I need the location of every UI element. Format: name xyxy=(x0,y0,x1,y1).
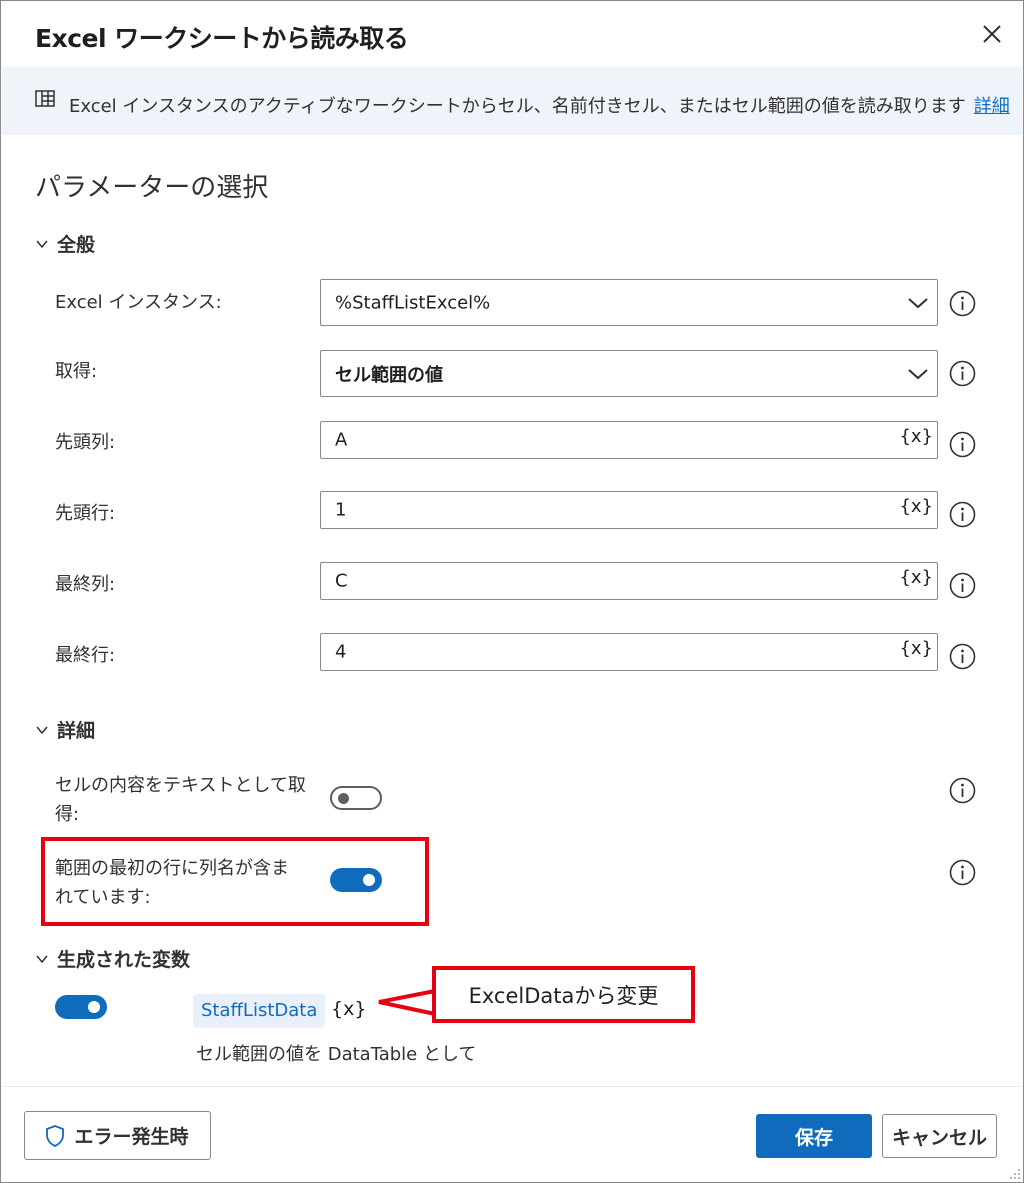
excel-instance-value: %StaffListExcel% xyxy=(335,292,491,313)
as-text-label-line1: セルの内容をテキストとして取 xyxy=(55,775,306,796)
retrieve-label: 取得: xyxy=(55,361,98,382)
start-row-input[interactable]: 1 {x} xyxy=(320,491,938,529)
as-text-toggle[interactable] xyxy=(330,786,382,810)
chevron-down-icon xyxy=(36,726,48,734)
save-button[interactable]: 保存 xyxy=(756,1114,872,1158)
info-text: Excel インスタンスのアクティブなワークシートからセル、名前付きセル、または… xyxy=(69,92,1010,118)
footer-divider xyxy=(2,1086,1022,1087)
excel-instance-dropdown[interactable]: %StaffListExcel% xyxy=(320,279,938,326)
header-row-label-line1: 範囲の最初の行に列名が含ま xyxy=(55,858,289,879)
on-error-button[interactable]: エラー発生時 xyxy=(24,1111,211,1160)
chevron-down-icon xyxy=(908,297,928,308)
end-row-value: 4 xyxy=(335,641,347,663)
variable-picker-button[interactable]: {x} xyxy=(899,496,933,517)
info-icon[interactable] xyxy=(949,360,976,387)
header-row-label-line2: れています: xyxy=(55,887,151,908)
variable-description: セル範囲の値を DataTable として xyxy=(196,1044,477,1065)
as-text-label-line2: 得: xyxy=(55,804,80,825)
as-text-label: セルの内容をテキストとして取 得: xyxy=(55,771,306,829)
start-column-label: 先頭列: xyxy=(55,432,116,453)
group-details-header[interactable]: 詳細 xyxy=(35,716,95,743)
annotation-callout: ExcelDataから変更 xyxy=(432,966,695,1023)
info-description: Excel インスタンスのアクティブなワークシートからセル、名前付きセル、または… xyxy=(69,96,966,117)
cancel-button[interactable]: キャンセル xyxy=(882,1114,997,1158)
shield-icon xyxy=(46,1124,65,1147)
end-column-value: C xyxy=(335,570,348,592)
variable-picker-button[interactable]: {x} xyxy=(331,998,366,1020)
group-general-header[interactable]: 全般 xyxy=(35,230,95,257)
variable-picker-button[interactable]: {x} xyxy=(899,426,933,447)
chevron-down-icon xyxy=(36,955,48,963)
info-icon[interactable] xyxy=(949,777,976,804)
retrieve-value: セル範囲の値 xyxy=(335,364,443,386)
toggle-knob xyxy=(88,1001,100,1013)
start-row-value: 1 xyxy=(335,499,347,521)
resize-grip-icon[interactable] xyxy=(1007,1166,1021,1180)
variable-name-chip[interactable]: StaffListData xyxy=(193,994,326,1028)
info-icon[interactable] xyxy=(949,501,976,528)
start-row-label: 先頭行: xyxy=(55,503,116,524)
end-row-label: 最終行: xyxy=(55,645,116,666)
group-variables-header[interactable]: 生成された変数 xyxy=(35,945,190,972)
variable-picker-button[interactable]: {x} xyxy=(899,638,933,659)
info-icon[interactable] xyxy=(949,290,976,317)
end-column-label: 最終列: xyxy=(55,574,116,595)
end-row-input[interactable]: 4 {x} xyxy=(320,633,938,671)
info-bar: Excel インスタンスのアクティブなワークシートからセル、名前付きセル、または… xyxy=(2,67,1022,135)
group-general-title: 全般 xyxy=(57,234,96,256)
dialog-title: Excel ワークシートから読み取る xyxy=(35,24,409,53)
section-title: パラメーターの選択 xyxy=(35,173,269,203)
header-row-toggle[interactable] xyxy=(330,868,382,892)
callout-arrow xyxy=(378,989,436,1016)
group-variables-title: 生成された変数 xyxy=(57,949,191,971)
info-icon[interactable] xyxy=(949,643,976,670)
details-link[interactable]: 詳細 xyxy=(974,96,1010,117)
dialog: Excel ワークシートから読み取る Excel インスタンスのアクティブなワー… xyxy=(0,0,1024,1183)
end-column-input[interactable]: C {x} xyxy=(320,562,938,600)
on-error-label: エラー発生時 xyxy=(74,1126,189,1148)
toggle-knob xyxy=(338,793,349,804)
excel-instance-label: Excel インスタンス: xyxy=(55,292,222,313)
chevron-down-icon xyxy=(908,368,928,379)
excel-sheet-icon xyxy=(35,90,55,107)
start-column-input[interactable]: A {x} xyxy=(320,421,938,459)
info-icon[interactable] xyxy=(949,431,976,458)
toggle-knob xyxy=(363,874,375,886)
variable-enabled-toggle[interactable] xyxy=(55,995,107,1019)
start-column-value: A xyxy=(335,429,348,451)
info-icon[interactable] xyxy=(949,859,976,886)
close-icon[interactable] xyxy=(979,21,1005,47)
retrieve-dropdown[interactable]: セル範囲の値 xyxy=(320,350,938,397)
header-row-label: 範囲の最初の行に列名が含ま れています: xyxy=(55,854,289,912)
info-icon[interactable] xyxy=(949,572,976,599)
variable-picker-button[interactable]: {x} xyxy=(899,567,933,588)
group-details-title: 詳細 xyxy=(57,720,96,742)
chevron-down-icon xyxy=(36,240,48,248)
